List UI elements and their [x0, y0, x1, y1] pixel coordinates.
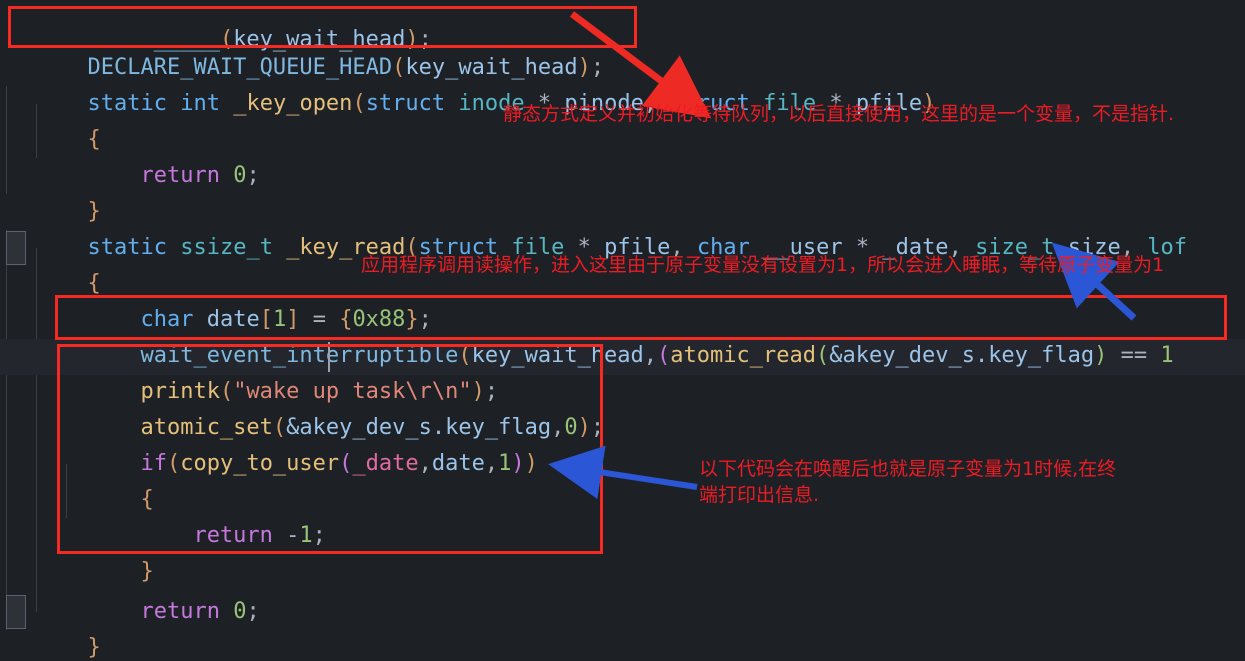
annotation-note-2: 应用程序调用读操作，进入这里由于原子变量没有设置为1，所以会进入睡眠，等待原子变…	[361, 254, 1165, 276]
code-line[interactable]: atomic_set(&akey_dev_s.key_flag,0);	[0, 374, 604, 440]
code-line[interactable]: }	[0, 594, 100, 660]
code-line[interactable]: wait_event_interruptible(key_wait_head,(…	[0, 302, 1173, 368]
code-line[interactable]: return 0;	[0, 558, 259, 624]
code-line[interactable]: }	[0, 158, 100, 224]
code-line[interactable]: return -1;	[0, 482, 325, 548]
code-content[interactable]: _____(key_wait_head); DECLARE_WAIT_QUEUE…	[0, 0, 1245, 661]
code-editor[interactable]: _____(key_wait_head); DECLARE_WAIT_QUEUE…	[0, 0, 1245, 661]
text-caret	[328, 342, 330, 372]
code-line[interactable]: static ssize_t _key_write(struct file * …	[0, 630, 1187, 661]
code-line[interactable]: return 0;	[0, 122, 259, 188]
code-line[interactable]: {	[0, 446, 153, 512]
code-line[interactable]: {	[0, 86, 100, 152]
code-line[interactable]: {	[0, 230, 100, 296]
code-line[interactable]: static int _key_open(struct inode * pino…	[0, 50, 935, 116]
annotation-note-3: 以下代码会在唤醒后也就是原子变量为1时候,在终端打印出信息.	[699, 458, 1117, 506]
annotation-note-1: 静态方式定义并初始化等待队列，以后直接使用，这里的是一个变量，不是指针.	[503, 103, 1175, 125]
code-line[interactable]: DECLARE_WAIT_QUEUE_HEAD(key_wait_head);	[0, 14, 604, 80]
code-line[interactable]: printk("wake up task\r\n");	[0, 338, 498, 404]
code-line[interactable]: static ssize_t _key_read(struct file * p…	[0, 194, 1187, 260]
code-line[interactable]: }	[0, 518, 153, 584]
code-line[interactable]: if(copy_to_user(_date,date,1))	[0, 410, 537, 476]
